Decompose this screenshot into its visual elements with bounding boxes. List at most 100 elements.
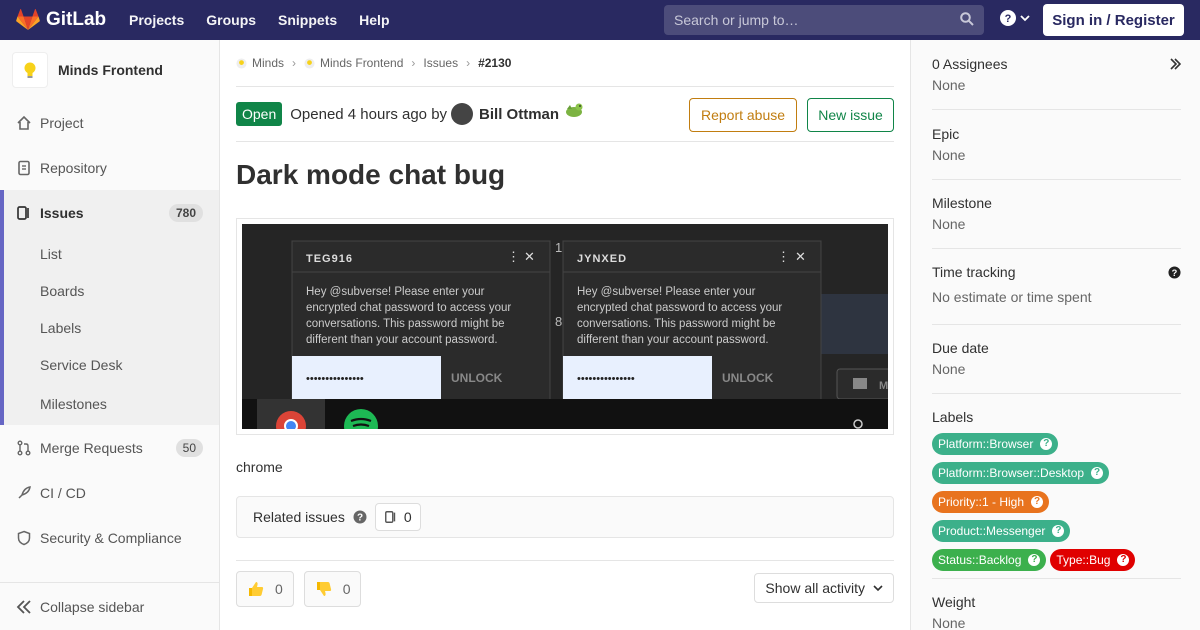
lightbulb-icon <box>24 62 36 78</box>
question-icon[interactable]: ? <box>1040 438 1053 450</box>
right-chat-user: JYNXED <box>577 253 627 265</box>
question-icon[interactable]: ? <box>1091 467 1104 479</box>
search-placeholder: Search or jump to… <box>674 12 799 28</box>
svg-text:⋮: ⋮ <box>777 249 790 264</box>
sidebar-subitem-service-desk[interactable]: Service Desk <box>4 346 219 383</box>
question-icon[interactable]: ? <box>1168 266 1181 279</box>
milestone-block[interactable]: Milestone None <box>932 180 1181 249</box>
nav-groups[interactable]: Groups <box>206 12 256 28</box>
issues-icon <box>384 511 396 523</box>
weight-block[interactable]: Weight None <box>932 579 1181 630</box>
labels-block[interactable]: Labels Platform::Browser? Platform::Brow… <box>932 394 1181 579</box>
breadcrumb-minds-frontend[interactable]: Minds Frontend <box>304 56 403 70</box>
sidebar-subitem-list[interactable]: List <box>4 235 219 272</box>
activity-filter-dropdown[interactable]: Show all activity <box>754 573 894 603</box>
label-priority-high[interactable]: Priority::1 - High? <box>932 491 1050 513</box>
question-icon[interactable]: ? <box>1031 496 1044 508</box>
milestone-value: None <box>932 216 966 232</box>
sidebar-item-merge-requests[interactable]: Merge Requests 50 <box>0 425 219 470</box>
assignees-title: 0 Assignees <box>932 56 1008 72</box>
label-text: Status::Backlog <box>938 553 1022 567</box>
collapse-right-sidebar-icon[interactable] <box>1169 58 1181 70</box>
search-input[interactable]: Search or jump to… <box>664 5 984 35</box>
project-header[interactable]: Minds Frontend <box>0 40 219 100</box>
nav-projects[interactable]: Projects <box>129 12 184 28</box>
sidebar-item-project[interactable]: Project <box>0 100 219 145</box>
time-tracking-block: Time tracking No estimate or time spent … <box>932 249 1181 325</box>
screenshot-image: TEG916 ⋮ ✕ Hey @subverse! Please enter y… <box>242 224 898 443</box>
avatar[interactable] <box>451 103 474 125</box>
question-icon[interactable]: ? <box>1028 554 1041 566</box>
svg-text:?: ? <box>1005 13 1012 25</box>
time-tracking-value: No estimate or time spent <box>932 289 1092 305</box>
status-badge: Open <box>236 102 283 126</box>
left-chat-line-3: conversations. This password might be <box>306 318 505 330</box>
right-password-field: ••••••••••••••• <box>577 373 635 385</box>
due-date-title: Due date <box>932 340 989 356</box>
sidebar-subitem-labels[interactable]: Labels <box>4 309 219 346</box>
sidebar-item-security[interactable]: Security & Compliance <box>0 515 219 560</box>
question-icon[interactable]: ? <box>1117 554 1130 566</box>
sidebar-subitem-milestones[interactable]: Milestones <box>4 383 219 425</box>
new-issue-button[interactable]: New issue <box>807 98 894 132</box>
gitlab-logo[interactable]: GitLab <box>16 9 112 31</box>
sign-in-button[interactable]: Sign in / Register <box>1043 4 1184 36</box>
rocket-icon <box>16 485 32 501</box>
dragon-emoji-icon <box>566 103 583 117</box>
chevron-down-icon <box>1020 15 1030 22</box>
label-product-messenger[interactable]: Product::Messenger? <box>932 520 1071 542</box>
sidebar-item-label: Repository <box>40 159 107 176</box>
merge-requests-count-badge: 50 <box>175 438 203 457</box>
right-chat-line-2: encrypted chat password to access your <box>577 302 782 314</box>
sidebar-item-issues[interactable]: Issues 780 <box>4 190 219 235</box>
report-abuse-button[interactable]: Report abuse <box>689 98 797 132</box>
svg-text:✕: ✕ <box>524 249 535 264</box>
right-chat-line-4: different than your account password. <box>577 334 769 346</box>
label-type-bug[interactable]: Type::Bug? <box>1050 549 1136 571</box>
label-text: Platform::Browser::Desktop <box>938 466 1085 480</box>
issues-count-badge: 780 <box>168 203 203 222</box>
label-status-backlog[interactable]: Status::Backlog? <box>932 549 1047 571</box>
svg-text:M: M <box>879 380 888 392</box>
label-platform-browser[interactable]: Platform::Browser? <box>932 433 1059 455</box>
svg-text:8: 8 <box>555 314 562 329</box>
label-platform-browser-desktop[interactable]: Platform::Browser::Desktop? <box>932 462 1110 484</box>
opened-text: Opened 4 hours ago by <box>290 105 448 123</box>
breadcrumb: Minds › Minds Frontend › Issues › #2130 <box>236 40 894 87</box>
question-icon[interactable]: ? <box>353 510 367 524</box>
breadcrumb-label: Minds <box>252 56 285 70</box>
collapse-sidebar-button[interactable]: Collapse sidebar <box>0 582 219 630</box>
nav-snippets[interactable]: Snippets <box>278 12 337 28</box>
left-chat-line-2: encrypted chat password to access your <box>306 302 511 314</box>
nav-help[interactable]: Help <box>359 12 389 28</box>
due-date-block[interactable]: Due date None <box>932 325 1181 394</box>
brand-name: GitLab <box>46 9 107 30</box>
svg-text:?: ? <box>1172 268 1178 278</box>
shield-icon <box>16 530 32 546</box>
sidebar-item-ci-cd[interactable]: CI / CD <box>0 470 219 515</box>
breadcrumb-separator: › <box>411 56 416 70</box>
left-chat-line-4: different than your account password. <box>306 334 498 346</box>
project-avatar <box>12 52 48 88</box>
breadcrumb-issues[interactable]: Issues <box>423 56 458 70</box>
question-icon[interactable]: ? <box>1052 525 1065 537</box>
main-content: Minds › Minds Frontend › Issues › #2130 … <box>236 40 898 630</box>
sidebar-subitem-boards[interactable]: Boards <box>4 272 219 309</box>
label-text: Type::Bug <box>1056 553 1111 567</box>
sidebar-item-repository[interactable]: Repository <box>0 145 219 190</box>
help-dropdown[interactable]: ? <box>1000 10 1030 26</box>
home-icon <box>16 115 32 131</box>
author-name[interactable]: Bill Ottman <box>479 106 559 123</box>
assignees-block: 0 Assignees None <box>932 40 1181 110</box>
breadcrumb-current-issue[interactable]: #2130 <box>478 56 511 70</box>
breadcrumb-minds[interactable]: Minds <box>236 56 284 70</box>
milestone-title: Milestone <box>932 195 992 211</box>
breadcrumb-separator: › <box>466 56 471 70</box>
thumbs-up-button[interactable]: 0 <box>236 571 294 607</box>
related-issues-count[interactable]: 0 <box>374 503 421 531</box>
epic-block[interactable]: Epic None <box>932 110 1181 180</box>
thumbs-down-button[interactable]: 0 <box>303 571 362 607</box>
svg-text:?: ? <box>357 513 363 524</box>
lightbulb-icon <box>236 57 247 69</box>
issue-screenshot[interactable]: TEG916 ⋮ ✕ Hey @subverse! Please enter y… <box>236 218 898 443</box>
